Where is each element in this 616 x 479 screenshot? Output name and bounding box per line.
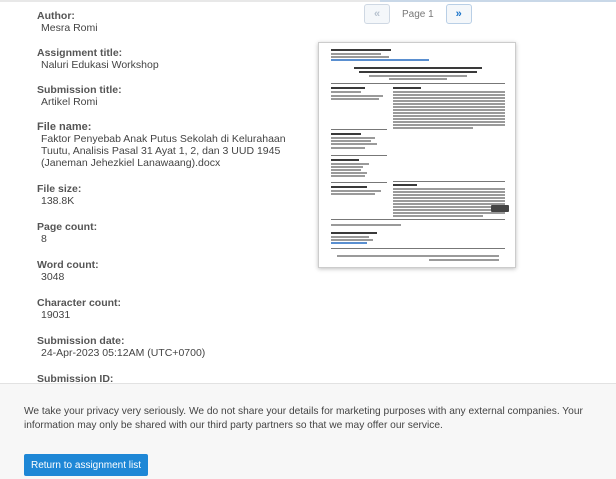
return-to-assignment-list-button[interactable]: Return to assignment list — [24, 454, 148, 476]
field-page-count: Page count: 8 — [37, 221, 307, 245]
next-page-button[interactable]: » — [445, 4, 472, 24]
field-submission-date: Submission date: 24-Apr-2023 05:12AM (UT… — [37, 335, 307, 359]
prev-page-button[interactable]: « — [364, 4, 390, 24]
field-word-count: Word count: 3048 — [37, 259, 307, 283]
field-file-name: File name: Faktor Penyebab Anak Putus Se… — [37, 121, 307, 169]
field-value: 138.8K — [41, 195, 75, 207]
top-accent-border — [380, 0, 616, 2]
field-value: 19031 — [41, 309, 71, 321]
page-navigator: « Page 1 » — [364, 4, 472, 24]
field-assignment-title: Assignment title: Naluri Edukasi Worksho… — [37, 47, 307, 71]
page-indicator: Page 1 — [402, 8, 434, 20]
field-label: File name: — [37, 121, 92, 133]
field-value: 3048 — [41, 271, 65, 283]
field-label: Word count: — [37, 259, 99, 271]
field-value: 24-Apr-2023 05:12AM (UTC+0700) — [41, 347, 206, 359]
field-label: Page count: — [37, 221, 98, 233]
field-submission-title: Submission title: Artikel Romi — [37, 84, 307, 108]
field-value: Naluri Edukasi Workshop — [41, 59, 159, 71]
field-value: 8 — [41, 233, 47, 245]
field-value: Artikel Romi — [41, 96, 98, 108]
document-preview-thumbnail — [318, 42, 516, 268]
submission-details: Author: Mesra Romi Assignment title: Nal… — [37, 10, 307, 409]
field-label: File size: — [37, 183, 82, 195]
field-label: Author: — [37, 10, 75, 22]
field-value: Faktor Penyebab Anak Putus Sekolah di Ke… — [41, 133, 286, 169]
field-file-size: File size: 138.8K — [37, 183, 307, 207]
field-label: Submission title: — [37, 84, 122, 96]
field-value: Mesra Romi — [41, 22, 98, 34]
privacy-notice: We take your privacy very seriously. We … — [24, 406, 583, 431]
field-author: Author: Mesra Romi — [37, 10, 307, 34]
field-label: Assignment title: — [37, 47, 123, 59]
field-label: Character count: — [37, 297, 122, 309]
footer: We take your privacy very seriously. We … — [0, 384, 616, 479]
field-label: Submission date: — [37, 335, 125, 347]
field-character-count: Character count: 19031 — [37, 297, 307, 321]
